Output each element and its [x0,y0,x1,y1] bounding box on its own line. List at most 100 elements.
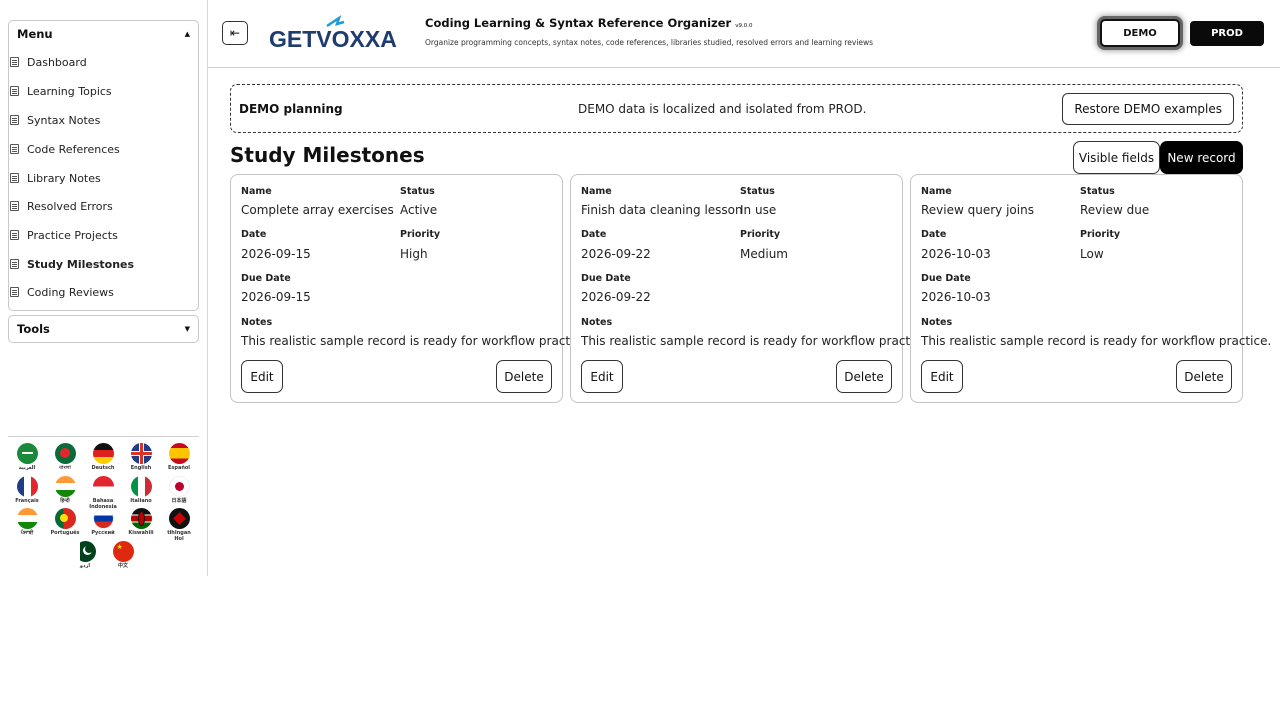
flag-kenya-icon [130,508,152,529]
record-due-date: 2026-09-15 [241,290,311,304]
lang-italian[interactable]: Italiano [127,476,155,504]
flag-klingon-icon [168,508,190,529]
record-notes: This realistic sample record is ready fo… [241,334,592,348]
tools-panel[interactable]: Tools ▼ [8,315,199,343]
sidebar-item-study-milestones[interactable]: Study Milestones [10,255,134,273]
record-name: Finish data cleaning lesson [581,203,743,217]
flag-indonesia-icon [92,476,114,497]
lang-swahili[interactable]: Kiswahili [127,508,155,536]
edit-button[interactable]: Edit [241,360,283,393]
sidebar: Menu ▲ Dashboard Learning Topics Syntax … [0,0,208,576]
sidebar-item-label: Syntax Notes [27,113,101,127]
sidebar-item-label: Coding Reviews [27,285,114,299]
list-icon [10,230,19,240]
sidebar-item-label: Dashboard [27,55,87,69]
delete-button[interactable]: Delete [496,360,552,393]
lang-label: Italiano [130,498,152,504]
lang-label: ਪੰਜਾਬੀ [20,530,34,536]
lang-portuguese[interactable]: Português [50,508,80,536]
lang-label: Français [15,498,39,504]
app-version: v9.0.0 [735,23,753,29]
flag-india-icon [54,476,76,497]
record-priority: Low [1080,247,1104,261]
date-label: Date [241,229,267,240]
env-prod-button[interactable]: PROD [1190,21,1264,46]
env-demo-button[interactable]: DEMO [1100,19,1180,47]
collapse-sidebar-icon: ⇤ [229,26,241,40]
sidebar-item-syntax-notes[interactable]: Syntax Notes [10,111,100,129]
flag-italy-icon [130,476,152,497]
sidebar-item-dashboard[interactable]: Dashboard [10,53,87,71]
list-icon [10,115,19,125]
lang-english[interactable]: English [127,443,155,471]
lang-label: 中文 [117,563,128,569]
flag-japan-icon [168,476,190,497]
lang-label: Kiswahili [128,530,154,536]
list-icon [10,173,19,183]
lang-klingon[interactable]: tlhIngan Hol [165,508,193,542]
flag-uk-icon [130,443,152,464]
sidebar-item-coding-reviews[interactable]: Coding Reviews [10,283,114,301]
edit-button[interactable]: Edit [921,360,963,393]
page-title: Study Milestones [230,143,425,167]
sidebar-item-label: Library Notes [27,171,101,185]
app-title: Coding Learning & Syntax Reference Organ… [425,16,752,30]
sidebar-item-code-references[interactable]: Code References [10,140,120,158]
tools-panel-header[interactable]: Tools ▼ [9,316,198,342]
sidebar-item-label: Practice Projects [27,228,118,242]
lang-indonesian[interactable]: Bahasa Indonesia [89,476,117,510]
lang-spanish[interactable]: Español [165,443,193,471]
record-card: Name Status Review query joins Review du… [910,174,1271,403]
app-title-text: Coding Learning & Syntax Reference Organ… [425,16,732,30]
lang-punjabi[interactable]: ਪੰਜਾਬੀ [13,508,41,536]
delete-button[interactable]: Delete [1176,360,1232,393]
flag-russia-icon [92,508,114,529]
status-label: Status [740,186,775,197]
collapse-sidebar-button[interactable]: ⇤ [222,21,248,45]
lang-german[interactable]: Deutsch [89,443,117,471]
record-status: Active [400,203,438,217]
notes-label: Notes [581,317,613,328]
lang-bangla[interactable]: বাংলা [51,443,79,471]
record-date: 2026-10-03 [921,247,991,261]
restore-demo-button[interactable]: Restore DEMO examples [1062,93,1234,125]
collapse-caret-icon: ▲ [184,30,190,38]
lang-hindi[interactable]: हिन्दी [51,476,79,504]
flag-spain-icon [168,443,190,464]
lang-japanese[interactable]: 日本語 [165,476,193,504]
flag-china-icon: ★ [112,541,134,562]
new-record-button[interactable]: New record [1160,141,1243,174]
lang-urdu[interactable]: اردو [71,541,99,569]
banner-title: DEMO planning [239,101,343,116]
edit-button[interactable]: Edit [581,360,623,393]
sidebar-item-resolved-errors[interactable]: Resolved Errors [10,197,113,215]
status-label: Status [1080,186,1115,197]
date-label: Date [921,229,947,240]
visible-fields-button[interactable]: Visible fields [1073,141,1160,174]
app-header: ⇤ GETVOXXA Coding Learning & Syntax Refe… [208,0,1280,68]
sidebar-item-label: Resolved Errors [27,199,113,213]
expand-caret-icon: ▼ [184,325,190,333]
sidebar-item-library-notes[interactable]: Library Notes [10,169,101,187]
record-priority: High [400,247,428,261]
app-subtitle: Organize programming concepts, syntax no… [425,38,874,47]
record-name: Review query joins [921,203,1034,217]
lang-label: Русский [91,530,115,536]
list-icon [10,259,19,269]
logo-text: GETVOXXA [269,26,397,52]
lang-label: tlhIngan Hol [167,530,191,542]
delete-button[interactable]: Delete [836,360,892,393]
lang-chinese[interactable]: ★ 中文 [109,541,137,569]
menu-panel-header[interactable]: Menu ▲ [9,21,198,47]
sidebar-item-label: Code References [27,142,120,156]
record-due-date: 2026-09-22 [581,290,651,304]
lang-arabic[interactable]: العربية [13,443,41,471]
sidebar-item-practice-projects[interactable]: Practice Projects [10,226,118,244]
priority-label: Priority [400,229,441,240]
status-label: Status [400,186,435,197]
lang-french[interactable]: Français [13,476,41,504]
lang-russian[interactable]: Русский [89,508,117,536]
priority-label: Priority [1080,229,1121,240]
flag-germany-icon [92,443,114,464]
sidebar-item-learning-topics[interactable]: Learning Topics [10,82,112,100]
